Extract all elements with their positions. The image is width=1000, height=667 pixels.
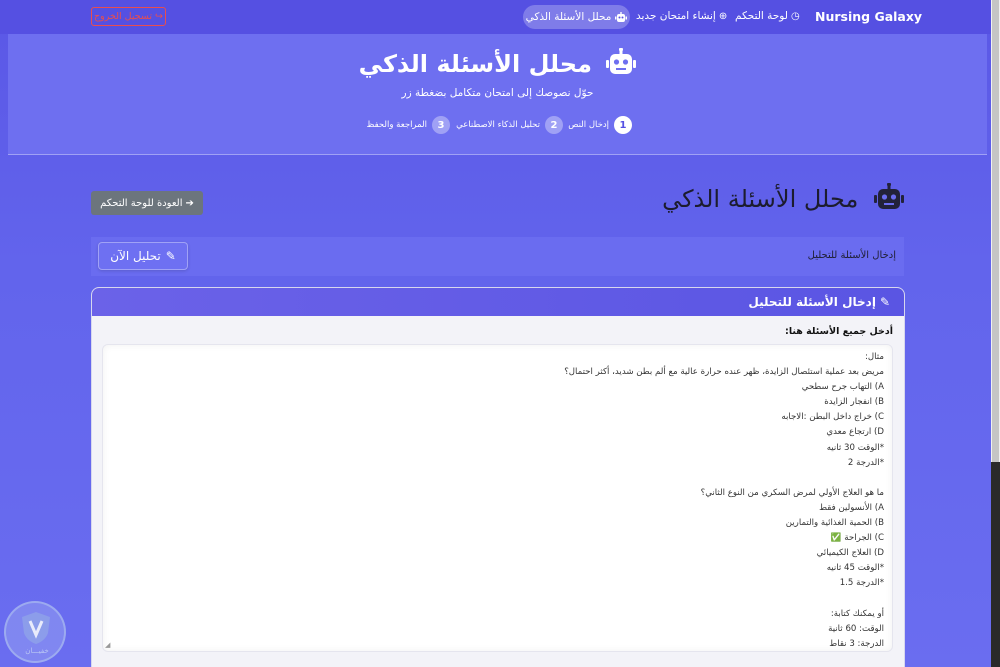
analysis-toolbar: إدخال الأسئلة للتحليل ✎ تحليل الآن bbox=[91, 237, 904, 276]
textarea-line: *الدرجة 2 bbox=[847, 457, 884, 468]
logout-button[interactable]: ↪ تسجيل الخروج bbox=[91, 7, 166, 26]
toolbar-label: إدخال الأسئلة للتحليل bbox=[807, 250, 896, 261]
textarea-line: مريض بعد عملية استئصال الزايدة، ظهر عنده… bbox=[564, 367, 884, 378]
step-1: 1 إدخال النص bbox=[568, 116, 632, 134]
plus-circle-icon: ⊕ bbox=[718, 10, 728, 22]
page-title-text: محلل الأسئلة الذكي bbox=[662, 185, 859, 213]
nav-new-exam-label: إنشاء امتحان جديد bbox=[636, 10, 716, 22]
scrollbar-gutter bbox=[991, 462, 1000, 667]
robot-icon bbox=[874, 182, 904, 217]
textarea-line: *الوقت 45 ثانيه bbox=[826, 563, 884, 574]
textarea-line: A) الأنسولين فقط bbox=[819, 502, 884, 513]
page-title: محلل الأسئلة الذكي bbox=[600, 182, 904, 217]
card-header: ✎ إدخال الأسئلة للتحليل bbox=[92, 288, 904, 316]
robot-icon bbox=[606, 47, 637, 82]
robot-icon bbox=[615, 11, 628, 22]
logout-label: تسجيل الخروج bbox=[94, 11, 152, 22]
nav-dashboard[interactable]: ◷ لوحة التحكم bbox=[735, 10, 800, 22]
nav-analyzer[interactable]: محلل الأسئلة الذكي bbox=[523, 5, 630, 29]
analyze-button-label: تحليل الآن bbox=[110, 249, 161, 263]
textarea-line: الوقت: 60 ثانية bbox=[828, 623, 884, 634]
textarea-line: B) الحمية الغذائية والتمارين bbox=[785, 518, 884, 529]
watermark-text: خفيـــان bbox=[25, 647, 49, 655]
input-card: ✎ إدخال الأسئلة للتحليل أدخل جميع الأسئل… bbox=[91, 287, 905, 667]
pencil-icon: ✎ bbox=[165, 249, 176, 263]
resize-handle-icon[interactable]: ◢ bbox=[105, 641, 110, 649]
nav-new-exam[interactable]: ⊕ إنشاء امتحان جديد bbox=[636, 10, 727, 22]
card-body: أدخل جميع الأسئلة هنا: مثال: مريض بعد عمل… bbox=[92, 316, 904, 667]
hero-title-text: محلل الأسئلة الذكي bbox=[358, 50, 592, 78]
hero-subtitle: حوّل نصوصك إلى امتحان متكامل بضغطة زر bbox=[401, 87, 594, 99]
step-3: 3 المراجعة والحفظ bbox=[367, 116, 450, 134]
textarea-line: ما هو العلاج الأولي لمرض السكري من النوع… bbox=[700, 487, 884, 498]
textarea-line: *الدرجة 1.5 bbox=[839, 578, 884, 589]
back-to-dashboard-button[interactable]: ➔ العودة للوحة التحكم bbox=[91, 191, 203, 215]
textarea-line: D) ارتجاع معدي bbox=[826, 427, 884, 438]
hero-title: محلل الأسئلة الذكي bbox=[8, 47, 987, 82]
step-2-label: تحليل الذكاء الاصطناعي bbox=[456, 120, 540, 130]
textarea-line: الدرجة: 3 نقاط bbox=[829, 638, 884, 649]
arrow-right-icon: ➔ bbox=[185, 197, 194, 209]
scrollbar-thumb[interactable] bbox=[992, 0, 999, 462]
card-header-title: إدخال الأسئلة للتحليل bbox=[748, 295, 876, 309]
textarea-line: A) التهاب جرح سطحي bbox=[801, 382, 884, 393]
page-viewport: Nursing Galaxy ◷ لوحة التحكم ⊕ إنشاء امت… bbox=[0, 0, 991, 667]
nav-analyzer-label: محلل الأسئلة الذكي bbox=[525, 11, 612, 23]
hero-section: محلل الأسئلة الذكي حوّل نصوصك إلى امتحان… bbox=[8, 34, 987, 155]
shield-icon bbox=[22, 612, 50, 644]
watermark-logo: خفيـــان bbox=[4, 601, 66, 663]
textarea-line: C) الجراحة ✅ bbox=[830, 533, 884, 544]
textarea-line: C) خراج داخل البطن :الاجابه bbox=[781, 412, 884, 423]
textarea-placeholder: مثال: مريض بعد عملية استئصال الزايدة، ظهر… bbox=[124, 350, 884, 652]
step-1-label: إدخال النص bbox=[568, 120, 609, 130]
analyze-now-button[interactable]: ✎ تحليل الآن bbox=[98, 242, 188, 270]
questions-field-label: أدخل جميع الأسئلة هنا: bbox=[785, 326, 893, 337]
textarea-line bbox=[124, 592, 884, 607]
textarea-line: مثال: bbox=[865, 352, 884, 362]
back-button-label: العودة للوحة التحكم bbox=[100, 197, 183, 209]
top-navbar: Nursing Galaxy ◷ لوحة التحكم ⊕ إنشاء امت… bbox=[0, 0, 991, 34]
step-2: 2 تحليل الذكاء الاصطناعي bbox=[456, 116, 563, 134]
questions-textarea[interactable]: مثال: مريض بعد عملية استئصال الزايدة، ظهر… bbox=[102, 344, 893, 652]
textarea-line: D) العلاج الكيميائي bbox=[816, 548, 884, 559]
textarea-line: B) انفجار الزايدة bbox=[824, 397, 884, 408]
brand-logo[interactable]: Nursing Galaxy bbox=[815, 9, 922, 24]
textarea-line: أو يمكنك كتابة: bbox=[830, 608, 884, 619]
step-3-number: 3 bbox=[432, 116, 450, 134]
textarea-line bbox=[124, 471, 884, 486]
gauge-icon: ◷ bbox=[790, 10, 800, 22]
step-2-number: 2 bbox=[545, 116, 563, 134]
nav-dashboard-label: لوحة التحكم bbox=[735, 10, 788, 22]
textarea-line: *الوقت 30 ثانيه bbox=[826, 442, 884, 453]
step-3-label: المراجعة والحفظ bbox=[366, 120, 427, 130]
progress-steps: 1 إدخال النص 2 تحليل الذكاء الاصطناعي 3 … bbox=[362, 116, 632, 136]
edit-icon: ✎ bbox=[879, 295, 890, 309]
step-1-number: 1 bbox=[614, 116, 632, 134]
logout-icon: ↪ bbox=[155, 11, 163, 22]
